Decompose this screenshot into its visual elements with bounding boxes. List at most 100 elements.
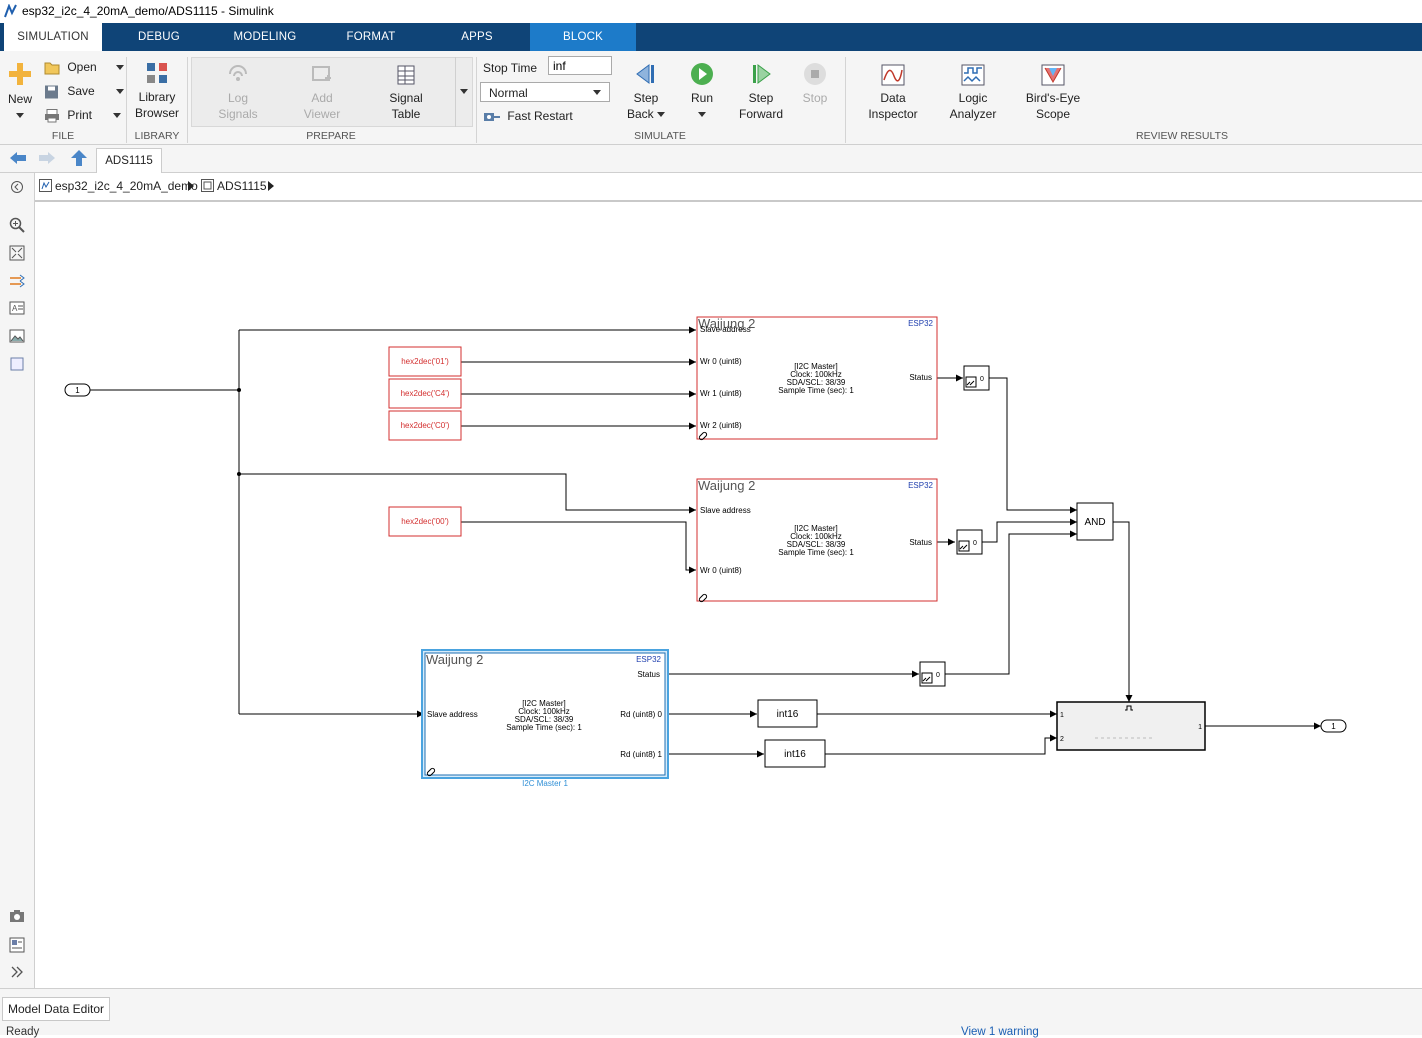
breadcrumb-root[interactable]: esp32_i2c_4_20mA_demo [55, 179, 198, 193]
tab-format[interactable]: FORMAT [330, 23, 412, 51]
run-button[interactable]: Run [680, 62, 724, 122]
tab-apps[interactable]: APPS [440, 23, 514, 51]
view-warning-link[interactable]: View 1 warning [961, 1026, 1039, 1038]
print-dropdown-icon [113, 113, 122, 119]
annotation-icon[interactable]: A [9, 301, 25, 315]
window-title: esp32_i2c_4_20mA_demo/ADS1115 - Simulink [22, 4, 274, 18]
fit-to-view-icon[interactable] [9, 245, 25, 261]
inport-block[interactable]: 1 [64, 383, 91, 397]
display-block[interactable]: 0 [956, 529, 983, 555]
property-inspector-icon[interactable] [9, 937, 25, 953]
display-block[interactable]: 0 [919, 661, 946, 687]
display-block[interactable]: 0 [963, 365, 990, 391]
file-section-label: FILE [51, 130, 75, 142]
tab-block[interactable]: BLOCK [530, 23, 636, 51]
hide-explorer-icon[interactable] [10, 180, 24, 194]
i2c-write-block-2[interactable]: Waijung 2 ESP32 Slave address Wr 0 (uint… [696, 478, 938, 603]
waijung-logo-text: Waijung 2 [698, 478, 755, 493]
separator [845, 57, 846, 143]
branch-point [237, 388, 241, 392]
stop-time-input[interactable] [548, 56, 612, 75]
data-inspector-button[interactable]: Data Inspector [862, 64, 924, 122]
constant-label: hex2dec('01') [401, 357, 449, 366]
step-back-label-1: Step [633, 91, 659, 105]
stop-button: Stop [796, 62, 834, 106]
image-icon[interactable] [9, 329, 25, 343]
print-button[interactable]: Print [44, 108, 122, 123]
step-back-button[interactable]: Step Back [622, 62, 670, 122]
save-button[interactable]: Save [44, 84, 125, 99]
birds-eye-scope-button[interactable]: Bird's-Eye Scope [1020, 64, 1086, 122]
step-back-label-2: Back [626, 107, 654, 121]
inport-label: 1 [75, 386, 80, 395]
subsystem-out1-label: 1 [1198, 724, 1202, 731]
expand-icon [460, 89, 468, 94]
signal-table-label-2: Table [391, 107, 421, 121]
tab-simulation[interactable]: SIMULATION [4, 23, 102, 51]
screenshot-icon[interactable] [9, 909, 25, 923]
outport-block[interactable]: 1 [1320, 719, 1347, 733]
run-dropdown-icon [698, 112, 706, 118]
model-tab-ads1115[interactable]: ADS1115 [96, 148, 162, 173]
port-label: Wr 1 (uint8) [700, 389, 742, 398]
step-forward-label-1: Step [748, 91, 774, 105]
separator [187, 57, 188, 143]
subsystem-in2-label: 2 [1060, 736, 1064, 743]
back-arrow-icon[interactable] [8, 151, 28, 165]
new-label: New [7, 92, 32, 106]
prepare-gallery-expand-button[interactable] [455, 57, 472, 127]
simulation-mode-select[interactable]: Normal [480, 82, 610, 102]
new-button[interactable]: New [4, 61, 36, 123]
chevron-right-icon [188, 181, 194, 191]
library-browser-icon [147, 63, 167, 83]
print-icon [45, 108, 59, 123]
signal-routing-icon[interactable] [9, 274, 25, 288]
save-icon [45, 85, 58, 99]
tab-debug[interactable]: DEBUG [118, 23, 200, 51]
signal-table-button[interactable]: Signal Table [380, 64, 432, 122]
and-logic-block[interactable]: AND [1076, 502, 1114, 541]
breadcrumb-child[interactable]: ADS1115 [217, 179, 267, 193]
constant-block[interactable]: hex2dec('01') [388, 346, 462, 377]
zoom-icon[interactable] [9, 217, 25, 233]
and-label: AND [1084, 517, 1105, 528]
ribbon: New Open Save Print FILE Library Browser… [0, 51, 1422, 145]
data-type-conversion-block[interactable]: int16 [757, 699, 818, 728]
display-value: 0 [980, 376, 984, 383]
fast-restart-button[interactable]: Fast Restart [483, 109, 573, 123]
display-value: 0 [936, 672, 940, 679]
enabled-subsystem-block[interactable]: 1 2 1 [1056, 701, 1206, 751]
esp32-label: ESP32 [908, 481, 933, 490]
step-forward-button[interactable]: Step Forward [736, 62, 786, 122]
signal-table-label-1: Signal [389, 91, 423, 105]
constant-block[interactable]: hex2dec('C4') [388, 378, 462, 409]
block-diagram: 1 hex2dec('01') hex2dec('C4') hex2dec('C… [64, 316, 1347, 788]
subsystem-icon [201, 179, 214, 192]
library-browser-button[interactable]: Library Browser [131, 61, 183, 121]
area-icon[interactable] [10, 357, 24, 371]
title-bar: esp32_i2c_4_20mA_demo/ADS1115 - Simulink [0, 0, 1422, 23]
block-info-line: Sample Time (sec): 1 [778, 548, 854, 557]
open-button[interactable]: Open [44, 60, 125, 75]
i2c-write-block-1[interactable]: Waijung 2 ESP32 Slave address Wr 0 (uint… [696, 316, 938, 441]
port-label: Rd (uint8) 0 [620, 710, 662, 719]
model-data-editor-tab[interactable]: Model Data Editor [2, 997, 110, 1021]
tab-modeling[interactable]: MODELING [220, 23, 310, 51]
review-results-section-label: REVIEW RESULTS [1136, 130, 1228, 142]
save-label: Save [67, 84, 95, 98]
forward-arrow-icon[interactable] [37, 151, 57, 165]
data-type-conversion-block[interactable]: int16 [764, 739, 826, 768]
i2c-read-block-selected[interactable]: Waijung 2 ESP32 Slave address Status Rd … [421, 649, 669, 788]
port-label: Wr 2 (uint8) [700, 421, 742, 430]
separator [126, 57, 127, 143]
model-canvas[interactable]: 1 hex2dec('01') hex2dec('C4') hex2dec('C… [35, 202, 1422, 988]
subsystem-in1-label: 1 [1060, 712, 1064, 719]
constant-block[interactable]: hex2dec('C0') [388, 410, 462, 441]
fast-restart-label: Fast Restart [507, 109, 573, 123]
constant-block[interactable]: hex2dec('00') [388, 506, 462, 537]
expand-panel-icon[interactable] [10, 966, 24, 978]
up-arrow-icon[interactable] [70, 149, 88, 167]
navigation-bar: ADS1115 [0, 145, 1422, 173]
data-inspector-label-1: Data [880, 91, 906, 105]
logic-analyzer-button[interactable]: Logic Analyzer [943, 64, 1003, 122]
